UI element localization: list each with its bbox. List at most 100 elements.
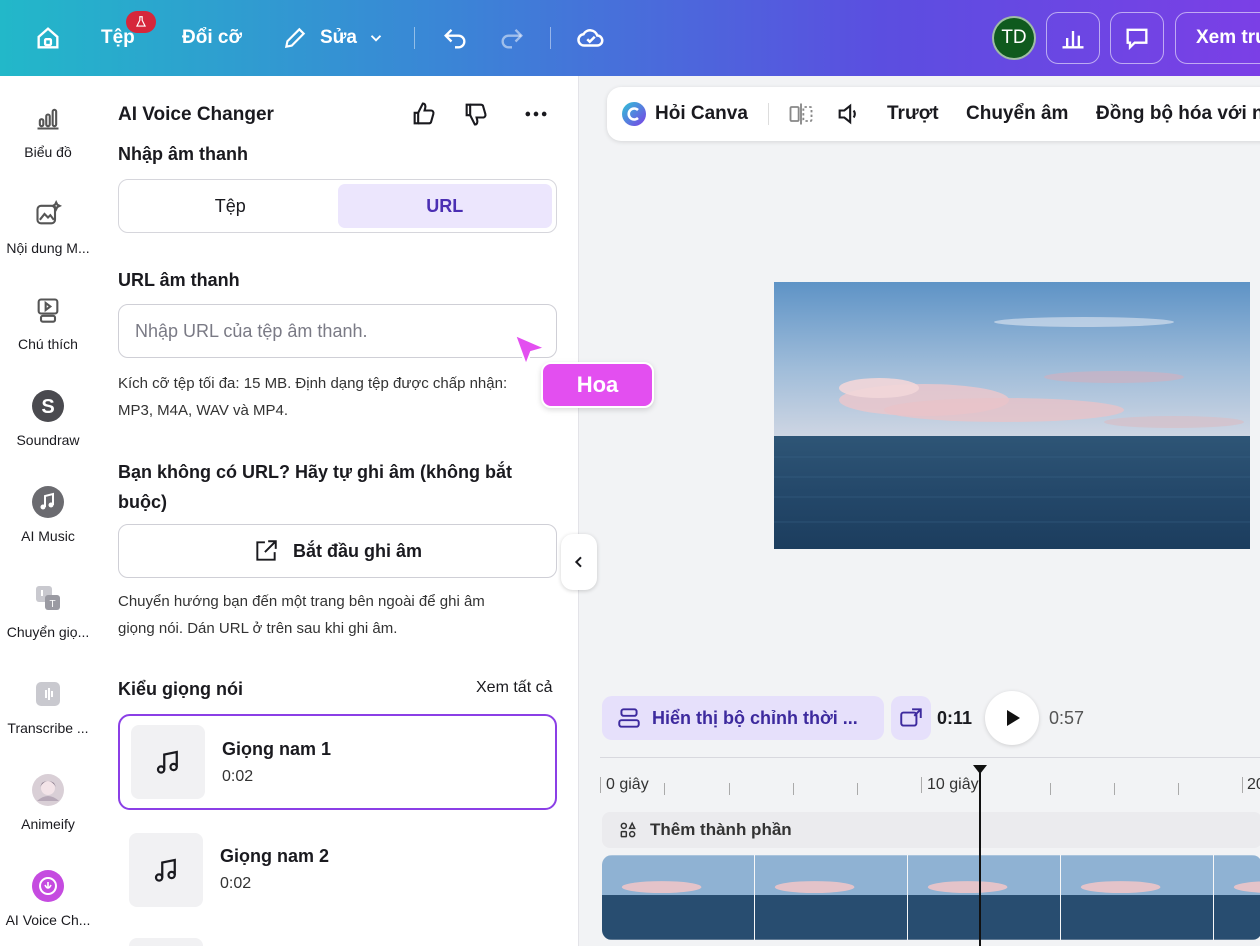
playhead[interactable]: [979, 772, 981, 946]
voice-name: Giọng nam 1: [222, 739, 332, 759]
rail-item-captions[interactable]: Chú thích: [0, 292, 96, 352]
rail-item-animeify[interactable]: Animeify: [0, 772, 96, 832]
elements-icon: [620, 821, 636, 838]
redo-button[interactable]: [498, 0, 526, 76]
timeline-divider: [600, 757, 1260, 758]
rail-item-magic-media[interactable]: Nội dung M...: [0, 196, 96, 256]
split-button[interactable]: [787, 87, 815, 141]
comments-button[interactable]: [1110, 12, 1164, 64]
sync-label: Đồng bộ hóa với n: [1096, 103, 1260, 124]
record-help-line: Chuyển hướng bạn đến một trang bên ngoài…: [118, 593, 485, 610]
sync-button[interactable]: Đồng bộ hóa với n: [1096, 87, 1260, 141]
bar-chart-icon: [1062, 31, 1084, 49]
resize-label: Đổi cỡ: [182, 27, 242, 48]
dislike-button[interactable]: [462, 98, 490, 130]
show-timing-label: Hiển thị bộ chỉnh thời ...: [652, 707, 858, 728]
undo-icon: [444, 29, 466, 49]
comment-icon: [1126, 28, 1148, 51]
split-icon: [789, 103, 813, 125]
collapse-panel-button[interactable]: [561, 534, 597, 590]
add-element-label: Thêm thành phần: [650, 820, 792, 839]
rail-item-transcribe[interactable]: Transcribe ...: [0, 676, 96, 736]
home-button[interactable]: [34, 0, 62, 76]
like-button[interactable]: [410, 98, 438, 130]
rail-item-charts[interactable]: Biểu đồ: [0, 100, 96, 160]
animeify-icon: [30, 772, 66, 808]
tick: [1178, 783, 1179, 795]
tick-label-20: 20: [1247, 776, 1260, 793]
rail-label: Soundraw: [16, 432, 80, 448]
cloud-check-icon: [577, 29, 604, 47]
video-frame: [908, 855, 1061, 940]
context-toolbar: Hỏi Canva Trượt Chuyển âm Đồng bộ hóa vớ…: [607, 87, 1260, 141]
more-options-button[interactable]: [522, 98, 550, 130]
rail-label: Biểu đồ: [24, 144, 72, 160]
separator: [768, 103, 769, 125]
avatar-initials: TD: [1001, 27, 1027, 48]
insights-button[interactable]: [1046, 12, 1100, 64]
play-icon: [1007, 710, 1020, 726]
design-page-image[interactable]: [774, 282, 1250, 549]
voice-name: Giọng nam 2: [220, 846, 330, 866]
video-frame: [1214, 855, 1260, 940]
url-heading: URL âm thanh: [118, 270, 240, 290]
voice-thumbnail: [129, 833, 203, 907]
audio-url-input[interactable]: [118, 304, 557, 358]
voice-card[interactable]: Giọng nam 1 0:02: [118, 714, 557, 810]
chevron-down-icon: [370, 35, 382, 42]
user-avatar[interactable]: TD: [992, 16, 1036, 60]
resize-button[interactable]: Đổi cỡ: [182, 0, 242, 76]
start-recording-button[interactable]: Bắt đầu ghi âm: [118, 524, 557, 578]
voice-style-heading: Kiểu giọng nói: [118, 679, 243, 699]
collaborator-cursor-icon: [513, 333, 548, 368]
undo-button[interactable]: [441, 0, 469, 76]
magic-media-icon: [30, 196, 66, 232]
music-app-icon: [30, 484, 66, 520]
record-help-line: giọng nói. Dán URL ở trên sau khi ghi âm…: [118, 620, 398, 637]
show-timing-button[interactable]: Hiển thị bộ chỉnh thời ...: [602, 696, 884, 740]
ask-canva-label: Hỏi Canva: [655, 103, 748, 124]
edit-label: Sửa: [320, 27, 357, 48]
tick-label-0: 0 giây: [606, 776, 649, 793]
edit-menu[interactable]: Sửa: [282, 0, 385, 76]
tab-file[interactable]: Tệp: [123, 184, 338, 228]
file-menu[interactable]: Tệp: [101, 0, 135, 76]
external-link-icon: [256, 540, 277, 561]
video-frame: [755, 855, 908, 940]
add-element-track[interactable]: Thêm thành phần: [602, 812, 1260, 848]
rail-label: Nội dung M...: [6, 240, 90, 256]
panel-title: AI Voice Changer: [118, 104, 274, 125]
preview-button[interactable]: Xem trư: [1175, 12, 1260, 64]
volume-button[interactable]: [835, 87, 863, 141]
rail-label: AI Voice Ch...: [5, 912, 91, 928]
separator: [550, 27, 551, 49]
tick: [664, 783, 665, 795]
music-note-icon: [154, 858, 176, 882]
tab-url[interactable]: URL: [337, 184, 552, 228]
timing-icon: [618, 708, 640, 728]
separator: [414, 27, 415, 49]
rail-label: Transcribe ...: [7, 720, 89, 736]
slide-button[interactable]: Trượt: [887, 87, 939, 141]
voice-thumbnail: [131, 725, 205, 799]
loop-button[interactable]: [891, 696, 931, 740]
rail-item-ai-voice-changer[interactable]: AI Voice Ch...: [0, 868, 96, 928]
rail-item-soundraw[interactable]: S Soundraw: [0, 388, 96, 448]
ask-canva-button[interactable]: Hỏi Canva: [621, 87, 748, 141]
video-frame: [602, 855, 755, 940]
record-heading-line: Bạn không có URL? Hãy tự ghi âm (không b…: [118, 462, 513, 482]
tick: [1242, 777, 1243, 793]
rail-label: Chú thích: [18, 336, 78, 352]
cloud-save-button[interactable]: [576, 0, 606, 76]
total-time: 0:57: [1049, 707, 1085, 728]
chart-icon: [30, 100, 66, 136]
transition-button[interactable]: Chuyển âm: [966, 87, 1068, 141]
play-button[interactable]: [985, 691, 1039, 745]
video-track[interactable]: [602, 855, 1260, 940]
rail-item-ai-music[interactable]: AI Music: [0, 484, 96, 544]
thumbs-down-icon: [465, 103, 487, 126]
voice-card[interactable]: Giọng nam 2 0:02: [118, 822, 557, 918]
see-all-link[interactable]: Xem tất cả: [476, 679, 552, 697]
file-help-line: Kích cỡ tệp tối đa: 15 MB. Định dạng tệp…: [118, 375, 508, 392]
rail-item-voice-convert[interactable]: T Chuyển giọ...: [0, 580, 96, 640]
